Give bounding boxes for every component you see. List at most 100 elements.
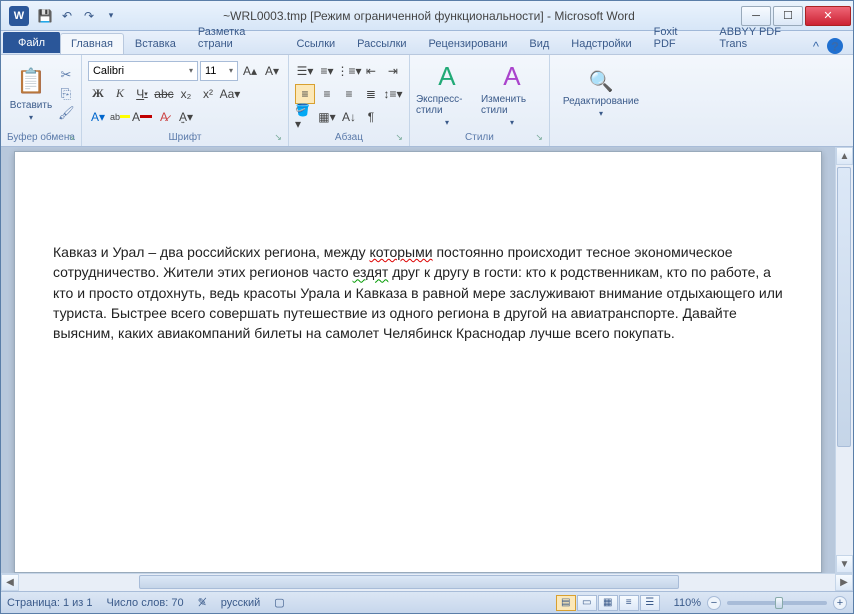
status-bar: Страница: 1 из 1 Число слов: 70 ✎̸ русск… bbox=[1, 591, 853, 613]
highlight-button[interactable]: ab bbox=[110, 107, 130, 127]
superscript-button[interactable]: x² bbox=[198, 84, 218, 104]
zoom-out-button[interactable]: − bbox=[707, 596, 721, 610]
tab-insert[interactable]: Вставка bbox=[124, 33, 187, 54]
redo-icon[interactable]: ↷ bbox=[81, 8, 97, 24]
scroll-down-icon[interactable]: ▼ bbox=[836, 555, 853, 573]
format-painter-icon[interactable]: 🖌 bbox=[58, 105, 74, 121]
align-left-button[interactable]: ≡ bbox=[295, 84, 315, 104]
app-window: W 💾 ↶ ↷ ▾ ~WRL0003.tmp [Режим ограниченн… bbox=[0, 0, 854, 614]
tab-review[interactable]: Рецензировани bbox=[418, 33, 519, 54]
document-paragraph[interactable]: Кавказ и Урал – два российских региона, … bbox=[53, 242, 783, 343]
change-styles-button[interactable]: A Изменить стили▾ bbox=[481, 61, 543, 127]
tab-home[interactable]: Главная bbox=[60, 33, 124, 54]
copy-icon[interactable]: ⎘ bbox=[58, 86, 74, 102]
horizontal-scrollbar[interactable]: ◀ ▶ bbox=[1, 573, 853, 591]
font-size-combo[interactable]: 11▾ bbox=[200, 61, 238, 81]
shrink-font-icon[interactable]: A▾ bbox=[262, 61, 282, 81]
zoom-in-button[interactable]: + bbox=[833, 596, 847, 610]
numbering-button[interactable]: ≡▾ bbox=[317, 61, 337, 81]
document-scroll[interactable]: Кавказ и Урал – два российских региона, … bbox=[1, 147, 835, 573]
vertical-scrollbar[interactable]: ▲ ▼ bbox=[835, 147, 853, 573]
qat-customize-icon[interactable]: ▾ bbox=[103, 8, 119, 24]
tab-references[interactable]: Ссылки bbox=[285, 33, 346, 54]
increase-indent-button[interactable]: ⇥ bbox=[383, 61, 403, 81]
styles-launcher-icon[interactable]: ↘ bbox=[535, 132, 543, 143]
scroll-up-icon[interactable]: ▲ bbox=[836, 147, 853, 165]
zoom-controls: 110% − + bbox=[674, 596, 847, 610]
quick-styles-icon: A bbox=[438, 61, 455, 92]
document-page[interactable]: Кавказ и Урал – два российских региона, … bbox=[14, 151, 822, 573]
macro-icon[interactable]: ▢ bbox=[274, 596, 284, 609]
align-right-button[interactable]: ≡ bbox=[339, 84, 359, 104]
page-indicator[interactable]: Страница: 1 из 1 bbox=[7, 597, 93, 609]
tab-abbyy[interactable]: ABBYY PDF Trans bbox=[708, 21, 812, 54]
align-center-button[interactable]: ≡ bbox=[317, 84, 337, 104]
ribbon: 📋 Вставить ▾ ✂ ⎘ 🖌 Буфер обмена↘ Calibri… bbox=[1, 55, 853, 147]
change-styles-icon: A bbox=[503, 61, 520, 92]
language-indicator[interactable]: русский bbox=[221, 597, 260, 609]
tab-foxit-pdf[interactable]: Foxit PDF bbox=[643, 21, 709, 54]
zoom-slider-knob[interactable] bbox=[775, 597, 783, 609]
vscroll-thumb[interactable] bbox=[837, 167, 851, 447]
scroll-right-icon[interactable]: ▶ bbox=[835, 574, 853, 591]
scroll-left-icon[interactable]: ◀ bbox=[1, 574, 19, 591]
tab-view[interactable]: Вид bbox=[518, 33, 560, 54]
grow-font-icon[interactable]: A▴ bbox=[240, 61, 260, 81]
cut-icon[interactable]: ✂ bbox=[58, 67, 74, 83]
help-icon[interactable]: ? bbox=[827, 38, 843, 54]
justify-button[interactable]: ≣ bbox=[361, 84, 381, 104]
fullscreen-reading-view-icon[interactable]: ▭ bbox=[577, 595, 597, 611]
character-spacing-button[interactable]: A͍▾ bbox=[176, 107, 196, 127]
word-count[interactable]: Число слов: 70 bbox=[107, 597, 184, 609]
line-spacing-button[interactable]: ↕≡▾ bbox=[383, 84, 403, 104]
proofing-icon[interactable]: ✎̸ bbox=[198, 596, 207, 609]
font-color-button[interactable]: A bbox=[132, 107, 152, 127]
change-case-button[interactable]: Aa▾ bbox=[220, 84, 240, 104]
show-marks-button[interactable]: ¶ bbox=[361, 107, 381, 127]
quick-access-toolbar: 💾 ↶ ↷ ▾ bbox=[37, 8, 119, 24]
word-app-icon: W bbox=[9, 6, 29, 26]
group-editing: 🔍 Редактирование▾ bbox=[550, 55, 652, 146]
group-clipboard: 📋 Вставить ▾ ✂ ⎘ 🖌 Буфер обмена↘ bbox=[1, 55, 82, 146]
italic-button[interactable]: К bbox=[110, 84, 130, 104]
save-icon[interactable]: 💾 bbox=[37, 8, 53, 24]
outline-view-icon[interactable]: ≡ bbox=[619, 595, 639, 611]
group-paragraph: ☰▾ ≡▾ ⋮≡▾ ⇤ ⇥ ≡ ≡ ≡ ≣ ↕≡▾ 🪣▾ bbox=[289, 55, 410, 146]
borders-button[interactable]: ▦▾ bbox=[317, 107, 337, 127]
shading-button[interactable]: 🪣▾ bbox=[295, 107, 315, 127]
print-layout-view-icon[interactable]: ▤ bbox=[556, 595, 576, 611]
find-icon: 🔍 bbox=[589, 69, 614, 94]
sort-button[interactable]: A↓ bbox=[339, 107, 359, 127]
underline-button[interactable]: Ч ▾ bbox=[132, 84, 152, 104]
font-launcher-icon[interactable]: ↘ bbox=[274, 132, 282, 143]
tab-addins[interactable]: Надстройки bbox=[560, 33, 642, 54]
bold-button[interactable]: Ж bbox=[88, 84, 108, 104]
tab-page-layout[interactable]: Разметка страни bbox=[187, 21, 286, 54]
decrease-indent-button[interactable]: ⇤ bbox=[361, 61, 381, 81]
subscript-button[interactable]: x₂ bbox=[176, 84, 196, 104]
web-layout-view-icon[interactable]: ▦ bbox=[598, 595, 618, 611]
view-buttons: ▤ ▭ ▦ ≡ ☰ bbox=[556, 595, 660, 611]
paragraph-launcher-icon[interactable]: ↘ bbox=[395, 132, 403, 143]
paste-button[interactable]: 📋 Вставить ▾ bbox=[7, 61, 55, 127]
group-font: Calibri▾ 11▾ A▴ A▾ Ж К Ч ▾ abc x₂ x² Aa▾ bbox=[82, 55, 289, 146]
draft-view-icon[interactable]: ☰ bbox=[640, 595, 660, 611]
undo-icon[interactable]: ↶ bbox=[59, 8, 75, 24]
multilevel-list-button[interactable]: ⋮≡▾ bbox=[339, 61, 359, 81]
hscroll-thumb[interactable] bbox=[139, 575, 679, 589]
clear-formatting-icon[interactable]: A̷ bbox=[154, 107, 174, 127]
clipboard-launcher-icon[interactable]: ↘ bbox=[67, 132, 75, 143]
tab-mailings[interactable]: Рассылки bbox=[346, 33, 417, 54]
text-effects-button[interactable]: A▾ bbox=[88, 107, 108, 127]
tab-file[interactable]: Файл bbox=[3, 32, 60, 53]
zoom-level[interactable]: 110% bbox=[674, 597, 701, 609]
strikethrough-button[interactable]: abc bbox=[154, 84, 174, 104]
font-name-combo[interactable]: Calibri▾ bbox=[88, 61, 198, 81]
document-area: ⊞ Кавказ и Урал – два российских региона… bbox=[1, 147, 853, 573]
quick-styles-button[interactable]: A Экспресс-стили▾ bbox=[416, 61, 478, 127]
bullets-button[interactable]: ☰▾ bbox=[295, 61, 315, 81]
clipboard-icon: 📋 bbox=[15, 66, 47, 98]
minimize-ribbon-icon[interactable]: ^ bbox=[813, 39, 819, 54]
editing-button[interactable]: 🔍 Редактирование▾ bbox=[556, 69, 646, 118]
zoom-slider[interactable] bbox=[727, 601, 827, 605]
